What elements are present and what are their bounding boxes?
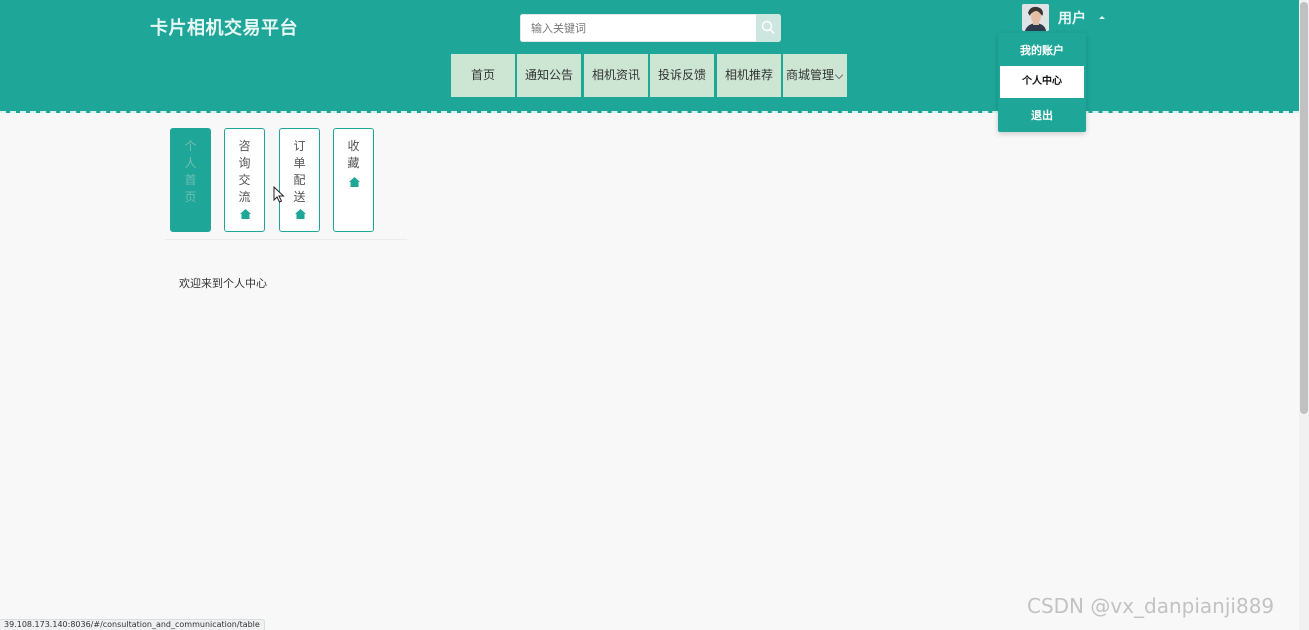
tab-label: 咨 询 交 流: [238, 139, 251, 204]
nav-item-label: 投诉反馈: [657, 68, 706, 82]
home-icon: [349, 177, 360, 187]
header-bar: 卡片相机交易平台 用户 首页 通知公告 相机资讯 投: [0, 0, 1309, 113]
nav-item-home[interactable]: 首页: [451, 54, 516, 97]
home-icon: [240, 209, 251, 219]
menu-item-logout[interactable]: 退出: [1000, 100, 1084, 132]
home-icon: [295, 209, 306, 219]
menu-item-personal-center[interactable]: 个人中心: [1000, 66, 1084, 98]
search-button[interactable]: [756, 14, 781, 42]
nav-item-camera-recommend[interactable]: 相机推荐: [717, 54, 782, 97]
chevron-down-icon: [834, 70, 844, 80]
nav-item-label: 首页: [470, 68, 495, 82]
tab-label: 个 人 首 页: [184, 139, 197, 204]
nav-item-label: 相机推荐: [724, 68, 773, 82]
nav-item-camera-news[interactable]: 相机资讯: [584, 54, 649, 97]
avatar-image: [1022, 4, 1049, 31]
caret-up-icon[interactable]: [1099, 16, 1105, 19]
vertical-scrollbar[interactable]: [1299, 0, 1309, 630]
search-icon: [761, 20, 775, 35]
user-dropdown-menu: 我的账户 个人中心 退出: [998, 33, 1086, 132]
status-bar-url: 39.108.173.140:8036/#/consultation_and_c…: [0, 619, 265, 630]
username[interactable]: 用户: [1058, 8, 1086, 28]
nav-item-complaints[interactable]: 投诉反馈: [650, 54, 715, 97]
tab-consultation[interactable]: 咨 询 交 流: [224, 128, 265, 232]
search-input[interactable]: [520, 14, 756, 42]
nav-item-mall-management[interactable]: 商城管理: [783, 54, 848, 97]
site-title[interactable]: 卡片相机交易平台: [150, 14, 298, 40]
welcome-text: 欢迎来到个人中心: [179, 277, 267, 290]
tab-order-delivery[interactable]: 订 单 配 送: [279, 128, 320, 232]
tab-label: 订 单 配 送: [293, 139, 306, 204]
mouse-cursor-icon: [273, 186, 285, 203]
search-bar: [520, 14, 781, 42]
tab-favorites[interactable]: 收 藏: [333, 128, 374, 232]
scrollbar-thumb[interactable]: [1300, 2, 1308, 414]
watermark: CSDN @vx_danpianji889: [1027, 594, 1275, 618]
nav-item-label: 通知公告: [524, 68, 573, 82]
tab-personal-home[interactable]: 个 人 首 页: [170, 128, 211, 232]
nav-item-notices[interactable]: 通知公告: [517, 54, 582, 97]
nav-item-label: 商城管理: [785, 68, 834, 82]
tab-label: 收 藏: [347, 139, 360, 170]
avatar[interactable]: [1022, 4, 1049, 31]
tabs-divider: [165, 239, 407, 240]
dropdown-header: 我的账户: [1020, 44, 1064, 57]
nav-item-label: 相机资讯: [591, 68, 640, 82]
